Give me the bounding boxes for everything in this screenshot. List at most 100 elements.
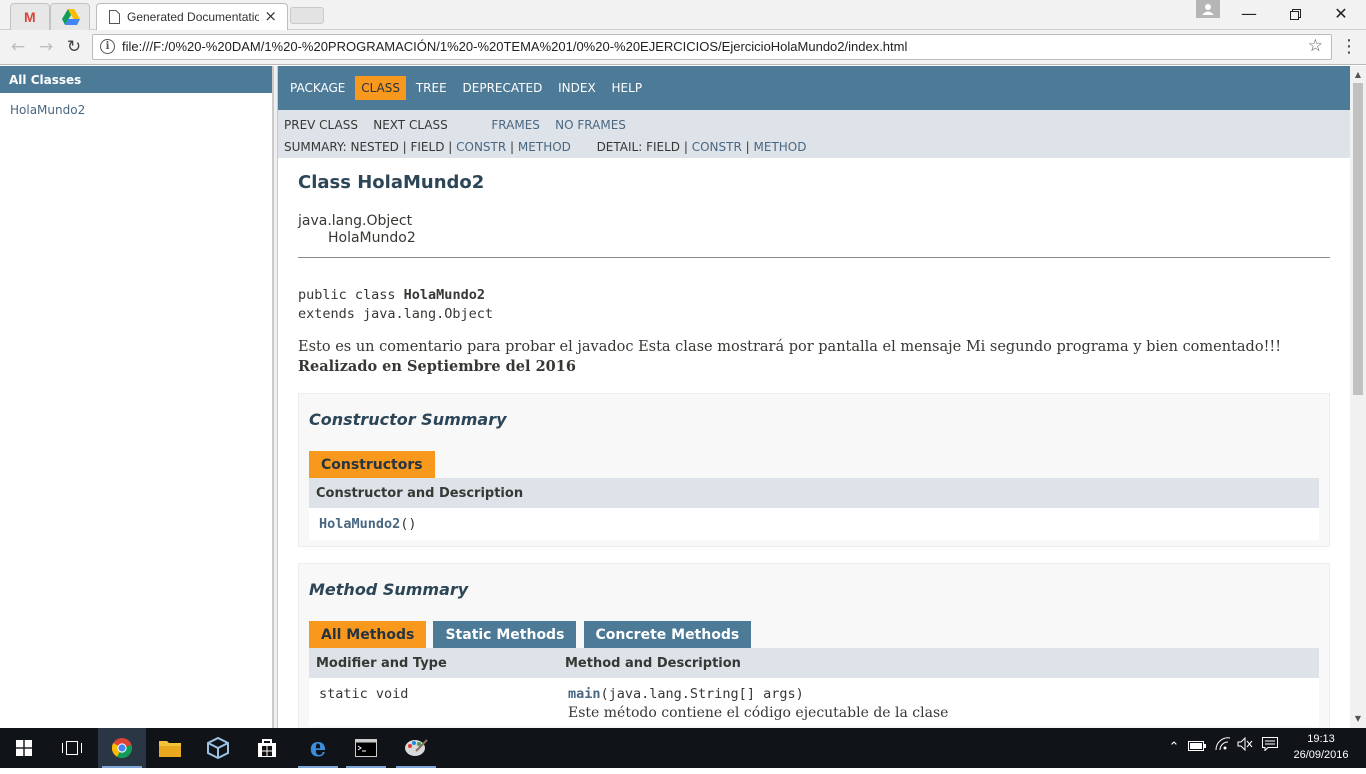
- method-description: Este método contiene el código ejecutabl…: [568, 705, 949, 721]
- tab-all-methods[interactable]: All Methods: [309, 621, 427, 648]
- scroll-thumb[interactable]: [1353, 83, 1363, 395]
- inheritance-tree: java.lang.Object HolaMundo2: [298, 213, 1330, 247]
- tab-concrete-methods[interactable]: Concrete Methods: [583, 621, 752, 648]
- profile-icon[interactable]: [1196, 0, 1220, 18]
- constructor-link[interactable]: HolaMundo2: [319, 516, 400, 532]
- inheritance-child: HolaMundo2: [328, 230, 416, 246]
- close-window-icon[interactable]: ✕: [1318, 0, 1364, 28]
- new-tab-button[interactable]: [290, 7, 324, 24]
- summary-method-link[interactable]: METHOD: [518, 140, 571, 154]
- info-icon[interactable]: i: [100, 39, 115, 54]
- forward-icon[interactable]: →: [34, 35, 58, 59]
- description-bold: Realizado en Septiembre del 2016: [298, 358, 576, 375]
- method-table-header: Modifier and Type Method and Description: [309, 648, 1319, 678]
- nav-index[interactable]: INDEX: [552, 76, 602, 100]
- constructor-row: HolaMundo2(): [309, 508, 1319, 540]
- store-icon[interactable]: [243, 728, 291, 768]
- file-explorer-icon[interactable]: [146, 728, 194, 768]
- summary-separator: |: [510, 140, 515, 154]
- constructor-summary: Constructor Summary Constructors Constru…: [298, 393, 1330, 547]
- nav-deprecated[interactable]: DEPRECATED: [457, 76, 549, 100]
- drive-icon: [62, 9, 80, 29]
- decl-name: HolaMundo2: [403, 287, 485, 303]
- method-summary: Method Summary All Methods Static Method…: [298, 563, 1330, 728]
- divider: [298, 257, 1330, 258]
- tab-generated-documentation[interactable]: Generated Documentation (Untitled) ×: [96, 3, 288, 30]
- tab-gmail[interactable]: M: [10, 3, 50, 30]
- address-bar[interactable]: i file:///F:/0%20-%20DAM/1%20-%20PROGRAM…: [92, 34, 1332, 60]
- nav-help[interactable]: HELP: [606, 76, 649, 100]
- description-text: Esto es un comentario para probar el jav…: [298, 339, 1282, 355]
- constructor-params: (): [400, 516, 417, 532]
- edge-icon[interactable]: e: [294, 728, 342, 768]
- method-link[interactable]: main: [568, 686, 601, 702]
- inheritance-root: java.lang.Object: [298, 213, 413, 229]
- nav-package[interactable]: PACKAGE: [284, 76, 351, 100]
- nav-class: CLASS: [355, 76, 407, 100]
- no-frames-link[interactable]: NO FRAMES: [555, 118, 626, 132]
- page-title: Class HolaMundo2: [298, 172, 485, 193]
- class-frame: PACKAGE CLASS TREE DEPRECATED INDEX HELP…: [278, 66, 1350, 728]
- bookmark-star-icon[interactable]: ☆: [1308, 36, 1323, 56]
- scroll-down-icon[interactable]: ▼: [1350, 712, 1366, 726]
- constructors-caption: Constructors: [309, 451, 435, 478]
- minimize-icon[interactable]: —: [1226, 0, 1272, 28]
- all-classes-frame: All Classes HolaMundo2: [0, 66, 273, 728]
- frames-link[interactable]: FRAMES: [491, 118, 540, 132]
- top-navbar: PACKAGE CLASS TREE DEPRECATED INDEX HELP: [278, 66, 1350, 110]
- method-params: (java.lang.String[] args): [600, 686, 804, 702]
- address-url: file:///F:/0%20-%20DAM/1%20-%20PROGRAMAC…: [122, 39, 908, 54]
- clock-date: 26/09/2016: [1293, 749, 1349, 761]
- nav-tree[interactable]: TREE: [410, 76, 453, 100]
- chrome-taskbar-icon[interactable]: [98, 728, 146, 768]
- detail-separator: |: [745, 140, 750, 154]
- detail-method-link[interactable]: METHOD: [754, 140, 807, 154]
- tab-title: Generated Documentation (Untitled): [127, 10, 259, 24]
- system-clock[interactable]: 19:13 26/09/2016: [1286, 731, 1356, 763]
- sub-navbar: PREV CLASS NEXT CLASS FRAMES NO FRAMES S…: [278, 110, 1350, 158]
- class-content: Class HolaMundo2 java.lang.Object HolaMu…: [278, 158, 1350, 728]
- browser-toolbar: ← → ↻ i file:///F:/0%20-%20DAM/1%20-%20P…: [0, 30, 1366, 65]
- constructor-table-header: Constructor and Description: [309, 478, 1319, 508]
- virtualbox-icon[interactable]: [194, 728, 242, 768]
- action-center-icon[interactable]: [1258, 728, 1282, 768]
- paint-icon[interactable]: [392, 728, 440, 768]
- column-modifier: Modifier and Type: [316, 656, 447, 671]
- table-row: static void main(java.lang.String[] args…: [309, 678, 1319, 726]
- scroll-up-icon[interactable]: ▲: [1350, 68, 1366, 82]
- decl-extends: extends java.lang.Object: [298, 306, 494, 322]
- method-summary-heading: Method Summary: [309, 580, 469, 599]
- clock-time: 19:13: [1307, 733, 1335, 745]
- taskbar: e ⌃ 19:13 26/09/2016: [0, 728, 1366, 768]
- detail-constr-link[interactable]: CONSTR: [692, 140, 742, 154]
- class-link-holamundo2[interactable]: HolaMundo2: [10, 103, 262, 117]
- method-modifier: static void: [319, 686, 409, 702]
- show-hidden-icons[interactable]: ⌃: [1164, 728, 1184, 768]
- browser-tab-strip: M Generated Documentation (Untitled) × —…: [0, 0, 1366, 30]
- command-prompt-icon[interactable]: [342, 728, 390, 768]
- back-icon[interactable]: ←: [6, 35, 30, 59]
- gmail-icon: M: [24, 9, 36, 25]
- browser-menu-icon[interactable]: ⋮: [1340, 35, 1358, 59]
- constructor-summary-heading: Constructor Summary: [309, 410, 507, 429]
- class-declaration: public class HolaMundo2 extends java.lan…: [298, 286, 1330, 324]
- summary-label: SUMMARY: NESTED | FIELD |: [284, 140, 453, 154]
- class-description: Esto es un comentario para probar el jav…: [298, 338, 1330, 377]
- restore-icon[interactable]: [1272, 0, 1318, 28]
- tab-drive[interactable]: [50, 3, 90, 30]
- reload-icon[interactable]: ↻: [62, 35, 86, 59]
- prev-class: PREV CLASS: [284, 118, 358, 132]
- tab-static-methods[interactable]: Static Methods: [433, 621, 577, 648]
- summary-constr-link[interactable]: CONSTR: [456, 140, 506, 154]
- decl-prefix: public class: [298, 287, 404, 303]
- task-view-icon[interactable]: [48, 728, 96, 768]
- vertical-scrollbar[interactable]: ▲ ▼: [1350, 66, 1366, 728]
- column-method: Method and Description: [565, 656, 741, 671]
- windows-start-icon[interactable]: [0, 728, 48, 768]
- wifi-icon[interactable]: [1212, 728, 1234, 768]
- battery-icon[interactable]: [1186, 728, 1208, 768]
- page-icon: [109, 10, 120, 28]
- next-class: NEXT CLASS: [373, 118, 448, 132]
- close-tab-icon[interactable]: ×: [264, 7, 277, 25]
- volume-muted-icon[interactable]: [1234, 728, 1256, 768]
